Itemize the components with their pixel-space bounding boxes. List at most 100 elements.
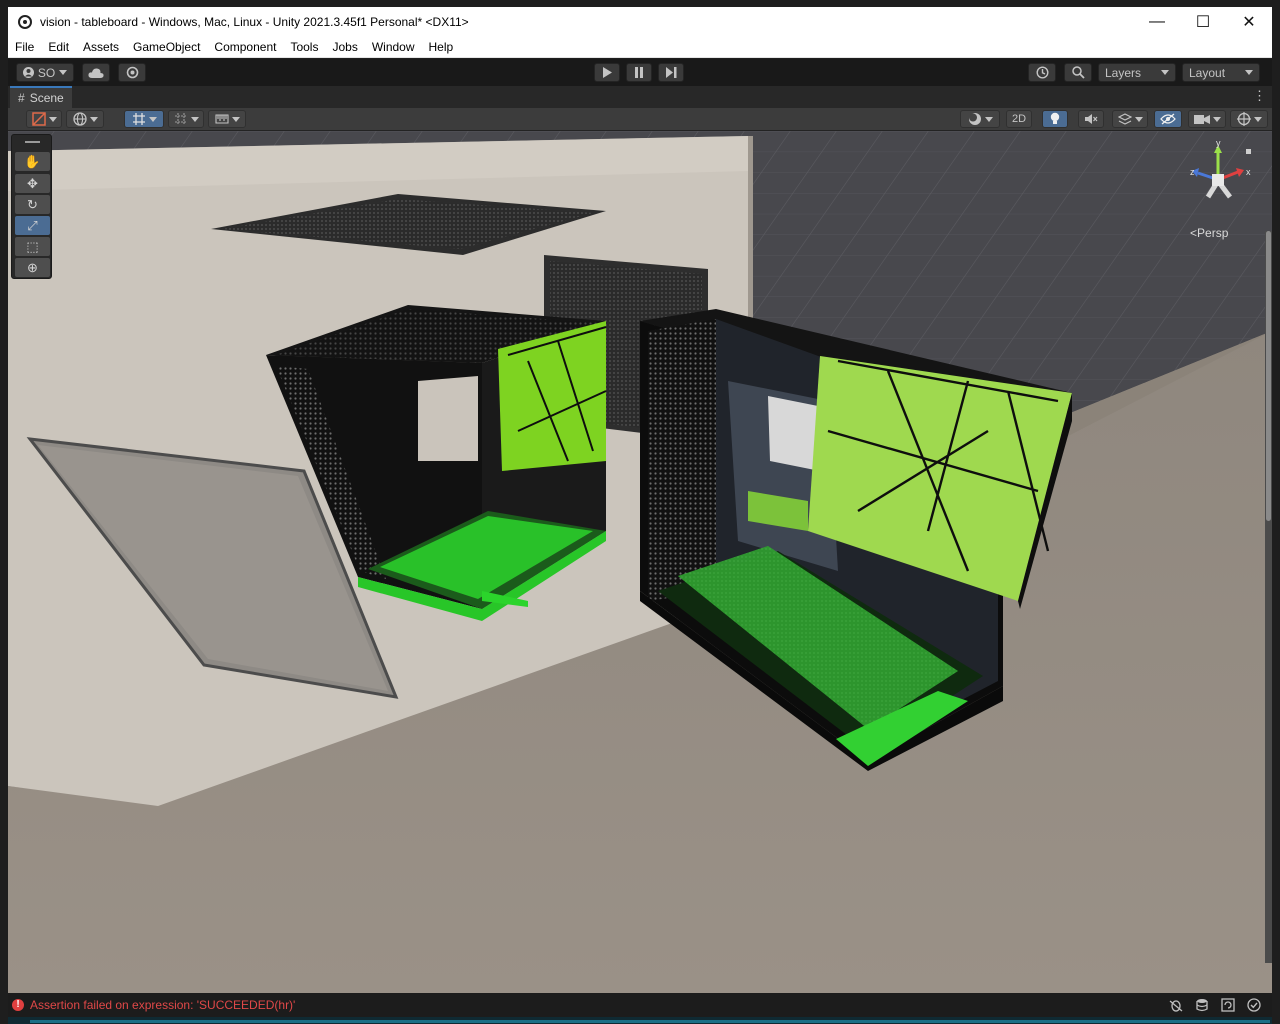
chevron-down-icon — [59, 70, 67, 75]
menu-help[interactable]: Help — [422, 37, 461, 57]
cache-server-icon[interactable] — [1194, 997, 1210, 1013]
minimize-button[interactable]: — — [1134, 7, 1180, 37]
draw-mode-dropdown[interactable] — [26, 110, 62, 128]
menu-gameobject[interactable]: GameObject — [126, 37, 207, 57]
hand-icon: ✋ — [24, 154, 41, 169]
search-button[interactable] — [1064, 63, 1092, 82]
2d-toggle[interactable]: 2D — [1006, 110, 1032, 128]
scene-visibility-toggle[interactable] — [1154, 110, 1182, 128]
chevron-down-icon — [148, 116, 157, 122]
auto-refresh-icon[interactable] — [1220, 997, 1236, 1013]
menu-bar: File Edit Assets GameObject Component To… — [8, 37, 1272, 58]
chevron-down-icon — [1134, 116, 1143, 122]
menu-assets[interactable]: Assets — [76, 37, 126, 57]
console-message[interactable]: Assertion failed on expression: 'SUCCEED… — [30, 998, 1168, 1012]
status-bar: ! Assertion failed on expression: 'SUCCE… — [8, 993, 1272, 1017]
tab-menu-icon[interactable]: ⋮ — [1253, 89, 1266, 103]
drag-handle-icon[interactable] — [25, 141, 40, 143]
pause-button[interactable] — [626, 63, 652, 82]
scene-render — [8, 131, 1272, 993]
orientation-gizmo[interactable]: y x z — [1178, 139, 1258, 219]
cloud-icon — [88, 67, 104, 78]
menu-edit[interactable]: Edit — [41, 37, 76, 57]
scene-viewport[interactable]: ✋ ✥ ↻ ⤢ ⬚ ⊕ y x z <Persp — [8, 131, 1272, 993]
audio-muted-icon — [1085, 114, 1098, 124]
menu-jobs[interactable]: Jobs — [325, 37, 364, 57]
rotate-icon: ↻ — [27, 197, 38, 212]
scale-icon: ⤢ — [27, 218, 38, 233]
search-icon — [1071, 66, 1085, 79]
tab-bar: # Scene ⋮ — [8, 86, 1272, 108]
window-title-bar: vision - tableboard - Windows, Mac, Linu… — [8, 7, 1272, 37]
gizmo-lock-icon[interactable] — [1246, 149, 1251, 154]
move-tool-button[interactable]: ✥ — [15, 174, 50, 193]
gizmo-center-cube[interactable] — [1212, 174, 1224, 186]
scene-toolbar: 2D — [8, 108, 1272, 131]
projection-label: Persp — [1197, 226, 1229, 240]
chevron-down-icon — [89, 116, 98, 122]
chevron-down-icon — [190, 116, 199, 122]
close-button[interactable]: ✕ — [1226, 7, 1272, 37]
cloud-button[interactable] — [82, 63, 110, 82]
rotate-tool-button[interactable]: ↻ — [15, 195, 50, 214]
chevron-down-icon — [984, 116, 993, 122]
audio-toggle[interactable] — [1078, 110, 1104, 128]
collab-button[interactable] — [118, 63, 146, 82]
debug-icon[interactable] — [1168, 997, 1184, 1013]
history-button[interactable] — [1028, 63, 1056, 82]
step-icon — [665, 67, 676, 78]
menu-file[interactable]: File — [8, 37, 41, 57]
scale-tool-button[interactable]: ⤢ — [15, 216, 50, 235]
tab-scene[interactable]: # Scene — [10, 86, 72, 108]
unity-logo-icon — [18, 15, 32, 29]
effects-icon — [1117, 113, 1132, 125]
snap-settings-dropdown[interactable] — [168, 110, 204, 128]
chevron-down-icon — [1161, 70, 1169, 75]
gizmos-dropdown[interactable] — [1230, 110, 1268, 128]
step-button[interactable] — [658, 63, 684, 82]
pause-icon — [635, 67, 643, 78]
error-icon: ! — [12, 999, 24, 1011]
2d-label: 2D — [1011, 113, 1027, 125]
move-icon: ✥ — [27, 176, 38, 191]
scrollbar-thumb[interactable] — [1266, 231, 1271, 521]
menu-component[interactable]: Component — [207, 37, 283, 57]
tool-palette: ✋ ✥ ↻ ⤢ ⬚ ⊕ — [11, 134, 52, 279]
play-icon — [603, 67, 612, 78]
checkmark-icon[interactable] — [1246, 997, 1262, 1013]
hand-tool-button[interactable]: ✋ — [15, 152, 50, 171]
play-button[interactable] — [594, 63, 620, 82]
maximize-button[interactable]: ☐ — [1180, 7, 1226, 37]
global-local-dropdown[interactable] — [66, 110, 104, 128]
effects-dropdown[interactable] — [1112, 110, 1148, 128]
layers-label: Layers — [1105, 65, 1142, 80]
shaded-sphere-icon — [968, 113, 981, 125]
layout-dropdown[interactable]: Layout — [1182, 63, 1260, 82]
history-icon — [1035, 66, 1049, 79]
hash-icon: # — [18, 91, 25, 105]
layers-dropdown[interactable]: Layers — [1098, 63, 1176, 82]
shading-mode-dropdown[interactable] — [960, 110, 1000, 128]
lighting-toggle[interactable] — [1042, 110, 1068, 128]
gizmo-z-label: z — [1190, 167, 1195, 177]
layout-label: Layout — [1189, 65, 1226, 80]
menu-tools[interactable]: Tools — [283, 37, 325, 57]
camera-settings-dropdown[interactable] — [1188, 110, 1226, 128]
transform-tool-button[interactable]: ⊕ — [15, 258, 50, 277]
chevron-down-icon — [231, 116, 240, 122]
menu-window[interactable]: Window — [365, 37, 422, 57]
chevron-down-icon — [1212, 116, 1221, 122]
rect-tool-button[interactable]: ⬚ — [15, 237, 50, 256]
rect-icon: ⬚ — [26, 239, 39, 254]
gizmo-x-label: x — [1246, 167, 1251, 177]
gizmo-y-label: y — [1216, 139, 1221, 148]
increment-snap-dropdown[interactable] — [208, 110, 246, 128]
account-dropdown[interactable]: SO — [16, 63, 74, 82]
projection-toggle[interactable]: <Persp — [1190, 226, 1228, 240]
viewport-scrollbar[interactable] — [1265, 231, 1272, 963]
progress-strip — [8, 1017, 1272, 1024]
lightbulb-icon — [1050, 112, 1060, 124]
chevron-down-icon — [48, 116, 57, 122]
grid-snap-toggle[interactable] — [124, 110, 164, 128]
main-toolbar: SO Layers Layout — [8, 59, 1272, 86]
